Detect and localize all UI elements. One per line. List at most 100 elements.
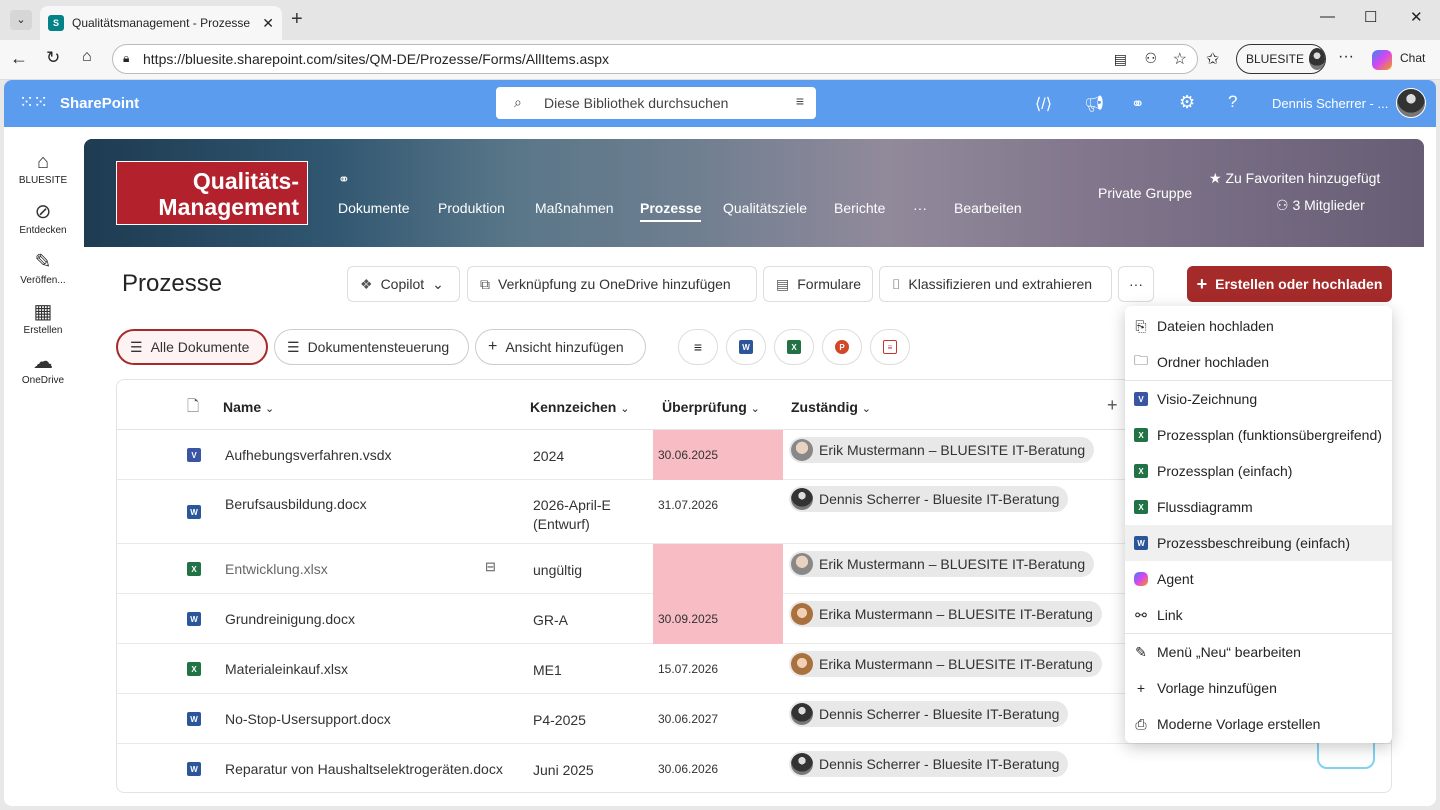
rail-publish[interactable]: ✎ Veröffen...	[4, 249, 82, 286]
rail-home[interactable]: ⌂ BLUESITE	[4, 149, 82, 186]
menu-item[interactable]: X Flussdiagramm	[1125, 489, 1392, 525]
person-avatar	[791, 439, 813, 461]
more-commands-button[interactable]: ···	[1118, 266, 1154, 302]
classify-extract-button[interactable]: ⌷ Klassifizieren und extrahieren	[879, 266, 1112, 302]
discover-icon: ⊘	[34, 201, 52, 223]
close-window-button[interactable]: ✕	[1410, 8, 1423, 26]
nav-dokumente[interactable]: Dokumente	[338, 200, 410, 216]
user-avatar[interactable]	[1396, 88, 1426, 118]
chevron-down-icon: ⌄	[265, 403, 275, 415]
search-input[interactable]: ⌕ Diese Bibliothek durchsuchen ≡	[496, 87, 816, 119]
menu-item[interactable]: ✎ Menü „Neu“ bearbeiten	[1125, 634, 1392, 670]
file-name[interactable]: Grundreinigung.docx	[225, 611, 355, 627]
menu-item[interactable]: ⎘ Dateien hochladen	[1125, 308, 1392, 344]
person-chip[interactable]: Dennis Scherrer - Bluesite IT-Beratung	[789, 701, 1069, 727]
site-logo[interactable]: Qualitäts- Management	[116, 161, 308, 225]
menu-item[interactable]: ⎙ Moderne Vorlage erstellen	[1125, 706, 1392, 742]
excel-filter-button[interactable]: X	[774, 329, 814, 365]
copilot-icon[interactable]	[1372, 50, 1392, 70]
pdf-filter-button[interactable]: ≡	[870, 329, 910, 365]
close-tab-icon[interactable]: ✕	[262, 15, 274, 32]
teams-icon[interactable]: ⚭	[1131, 94, 1144, 114]
more-icon[interactable]: ···	[1338, 48, 1354, 66]
menu-item[interactable]: 🗀︎ Ordner hochladen	[1125, 344, 1392, 380]
copilot-label: Copilot	[380, 276, 425, 292]
column-header-code[interactable]: Kennzeichen ⌄	[530, 399, 629, 415]
person-name: Erika Mustermann – BLUESITE IT-Beratung	[819, 606, 1093, 622]
person-chip[interactable]: Erik Mustermann – BLUESITE IT-Beratung	[789, 551, 1095, 577]
person-chip[interactable]: Dennis Scherrer - Bluesite IT-Beratung	[789, 751, 1069, 777]
add-column-icon[interactable]: +	[1107, 395, 1118, 416]
nav-produktion[interactable]: Produktion	[438, 200, 505, 216]
filter-icon[interactable]: ≡	[796, 93, 804, 109]
view-document-control[interactable]: ☰ Dokumentensteuerung	[274, 329, 469, 365]
column-header-review[interactable]: Überprüfung ⌄	[662, 399, 760, 415]
file-name[interactable]: Berufsausbildung.docx	[225, 496, 367, 512]
menu-item[interactable]: X Prozessplan (funktionsübergreifend)	[1125, 417, 1392, 453]
add-view-button[interactable]: + Ansicht hinzufügen	[475, 329, 646, 365]
browser-tab[interactable]: S Qualitätsmanagement - Prozesse ✕	[40, 6, 282, 40]
menu-item[interactable]: X Prozessplan (einfach)	[1125, 453, 1392, 489]
minimize-button[interactable]: —	[1320, 8, 1335, 25]
user-name[interactable]: Dennis Scherrer - ...	[1272, 96, 1388, 111]
code-icon[interactable]: ⟨/⟩	[1035, 94, 1052, 114]
nav-bearbeiten[interactable]: Bearbeiten	[954, 200, 1022, 216]
rail-onedrive[interactable]: ☁︎ OneDrive	[4, 349, 82, 386]
rail-discover[interactable]: ⊘ Entdecken	[4, 199, 82, 236]
nav-more[interactable]: ···	[913, 200, 927, 216]
back-icon[interactable]: ←	[10, 48, 28, 69]
menu-item-label: Menü „Neu“ bearbeiten	[1157, 644, 1301, 660]
megaphone-icon[interactable]: 📢︎	[1084, 94, 1104, 114]
menu-item[interactable]: ⚯ Link	[1125, 597, 1392, 633]
nav-massnahmen[interactable]: Maßnahmen	[535, 200, 614, 216]
copilot-button[interactable]: ❖ Copilot ⌄	[347, 266, 460, 302]
nav-berichte[interactable]: Berichte	[834, 200, 885, 216]
person-chip[interactable]: Erika Mustermann – BLUESITE IT-Beratung	[789, 601, 1102, 627]
view-all-documents[interactable]: ☰ Alle Dokumente	[116, 329, 268, 365]
home-icon: ⌂	[36, 151, 50, 173]
table-row[interactable]: W Reparatur von Haushaltselektrogeräten.d…	[117, 744, 1391, 792]
reload-icon[interactable]: ↻	[46, 48, 60, 68]
new-tab-button[interactable]: +	[291, 8, 303, 31]
nav-prozesse[interactable]: Prozesse	[640, 200, 702, 222]
rail-create[interactable]: ▦ Erstellen	[4, 299, 82, 336]
settings-gear-icon[interactable]: ⚙	[1179, 92, 1195, 113]
nav-qualitaetsziele[interactable]: Qualitätsziele	[723, 200, 807, 216]
favorite-star-icon[interactable]: ☆	[1173, 49, 1187, 69]
person-chip[interactable]: Erik Mustermann – BLUESITE IT-Beratung	[789, 437, 1095, 463]
filter-button[interactable]: ≡	[678, 329, 718, 365]
person-chip[interactable]: Dennis Scherrer - Bluesite IT-Beratung	[789, 486, 1069, 512]
column-header-owner[interactable]: Zuständig ⌄	[791, 399, 871, 415]
app-name[interactable]: SharePoint	[60, 95, 139, 112]
profile-button[interactable]: BLUESITE	[1236, 44, 1326, 74]
person-chip[interactable]: Erika Mustermann – BLUESITE IT-Beratung	[789, 651, 1102, 677]
forms-button[interactable]: ▤ Formulare	[763, 266, 873, 302]
share-icon[interactable]: ⚇	[1144, 50, 1157, 67]
collections-icon[interactable]: ✩	[1206, 49, 1219, 69]
menu-item[interactable]: + Vorlage hinzufügen	[1125, 670, 1392, 706]
file-name[interactable]: Reparatur von Haushaltselektrogeräten.do…	[225, 761, 503, 777]
menu-item[interactable]: W Prozessbeschreibung (einfach)	[1125, 525, 1392, 561]
column-header-name[interactable]: Name ⌄	[223, 399, 274, 415]
file-name[interactable]: Entwicklung.xlsx	[225, 561, 328, 577]
help-icon[interactable]: ?	[1228, 92, 1237, 112]
file-name[interactable]: No-Stop-Usersupport.docx	[225, 711, 391, 727]
powerpoint-filter-button[interactable]: P	[822, 329, 862, 365]
menu-item[interactable]: V Visio-Zeichnung	[1125, 381, 1392, 417]
word-filter-button[interactable]: W	[726, 329, 766, 365]
create-upload-button[interactable]: + Erstellen oder hochladen	[1187, 266, 1392, 302]
members-button[interactable]: ⚇ 3 Mitglieder	[1276, 197, 1365, 214]
file-name[interactable]: Materialeinkauf.xlsx	[225, 661, 348, 677]
file-name[interactable]: Aufhebungsverfahren.vsdx	[225, 447, 392, 463]
maximize-button[interactable]: ☐	[1364, 8, 1377, 26]
tab-list-button[interactable]: ⌄	[10, 10, 32, 30]
favorite-button[interactable]: ★ Zu Favoriten hinzugefügt	[1209, 170, 1380, 187]
menu-item[interactable]: Agent	[1125, 561, 1392, 597]
app-launcher-icon[interactable]: ⁙⁙	[19, 92, 48, 113]
add-onedrive-shortcut-button[interactable]: ⧉ Verknüpfung zu OneDrive hinzufügen	[467, 266, 757, 302]
url-bar[interactable]: 🔒︎ https://bluesite.sharepoint.com/sites…	[112, 44, 1198, 74]
home-icon[interactable]: ⌂	[82, 48, 92, 66]
chat-label[interactable]: Chat	[1400, 51, 1425, 65]
menu-item-icon-wrap: ⎘	[1133, 318, 1149, 334]
reader-icon[interactable]: ▤	[1114, 51, 1127, 68]
